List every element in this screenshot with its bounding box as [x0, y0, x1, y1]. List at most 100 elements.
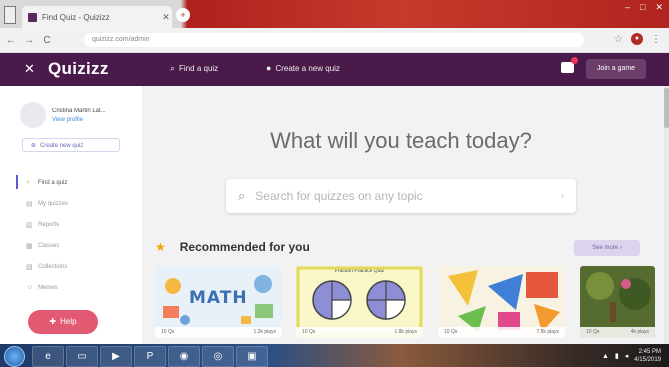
view-profile-link[interactable]: View profile [52, 117, 142, 123]
folder-icon[interactable]: ▭ [66, 346, 98, 367]
app-window-icon[interactable]: ▣ [236, 346, 268, 367]
card-meta: 10 Qs 1.8k plays [296, 327, 423, 338]
help-label: Help [60, 317, 77, 326]
classes-icon: ▦ [26, 242, 33, 250]
sidebar-item-classes[interactable]: ▦ Classes [16, 235, 134, 256]
quiz-card[interactable]: MATH 10 Qs 1.2k plays [155, 266, 282, 338]
sidebar-item-my-quizzes[interactable]: ▤ My quizzes [16, 193, 134, 214]
browser-menu-icon[interactable]: ⋮ [651, 34, 661, 45]
card-questions: 10 Qs [302, 329, 316, 335]
media-player-icon[interactable]: ▶ [100, 346, 132, 367]
card-plays: 4k plays [630, 329, 649, 335]
quiz-card[interactable]: 10 Qs 4k plays [580, 266, 655, 338]
search-bar[interactable]: ⌕ Search for quizzes on any topic › [226, 179, 576, 213]
sidebar-item-collections[interactable]: ▧ Collections [16, 256, 134, 277]
sidebar-item-find-quiz[interactable]: ⌕ Find a quiz [16, 172, 134, 193]
sidebar-item-label: Find a quiz [38, 179, 68, 186]
avatar[interactable] [20, 102, 46, 128]
scrollbar-thumb[interactable] [664, 88, 669, 128]
start-button[interactable] [4, 346, 25, 367]
card-plays: 1.2k plays [253, 329, 276, 335]
notification-badge [571, 57, 578, 64]
card-plays: 1.8k plays [394, 329, 417, 335]
close-window-button[interactable]: ✕ [655, 2, 663, 13]
reports-icon: ▥ [26, 221, 33, 229]
recommended-header: ★ Recommended for you [155, 240, 310, 254]
sidebar-item-label: My quizzes [38, 200, 69, 207]
profile-block[interactable]: Cristina Martin Lat... View profile [20, 102, 142, 128]
plus-icon: ⊕ [31, 143, 37, 149]
quiz-card[interactable]: 10 Qs 7.5k plays [438, 266, 565, 338]
chrome-icon[interactable]: ◎ [202, 346, 234, 367]
clock-date: 4/15/2019 [634, 357, 661, 363]
create-quiz-link[interactable]: ● Create a new quiz [266, 63, 340, 73]
volume-icon[interactable]: ◂ [625, 352, 629, 360]
sidebar-item-label: Reports [38, 221, 60, 228]
system-tray: ▲ ▮ ◂ 2:45 PM 4/15/2019 [602, 348, 661, 364]
collections-icon: ▧ [26, 263, 33, 271]
sidebar-item-reports[interactable]: ▥ Reports [16, 214, 134, 235]
create-quiz-button-label: Create new quiz [40, 143, 84, 149]
memes-icon: ☺ [26, 284, 34, 291]
browser-tab[interactable]: Find Quiz - Quizizz ✕ [22, 6, 172, 28]
help-button[interactable]: ✚ Help [28, 310, 98, 334]
powerpoint-icon[interactable]: P [134, 346, 166, 367]
join-game-button[interactable]: Join a game [586, 59, 646, 79]
search-submit-icon[interactable]: › [560, 190, 564, 202]
quizizz-favicon-icon [28, 12, 37, 22]
see-more-button[interactable]: See more › [574, 240, 640, 256]
card-meta: 10 Qs 7.5k plays [438, 327, 565, 338]
sidebar-item-memes[interactable]: ☺ Memes [16, 277, 134, 298]
address-bar-actions: ☆ ● ⋮ [614, 33, 661, 45]
page-title: What will you teach today? [270, 128, 532, 153]
page-scrollbar[interactable] [664, 86, 669, 344]
search-input[interactable]: Search for quizzes on any topic [255, 189, 560, 203]
os-taskbar: e ▭ ▶ P ◉ ◎ ▣ ▲ ▮ ◂ 2:45 PM 4/15/2019 [0, 344, 669, 367]
close-icon[interactable]: ✕ [24, 61, 35, 77]
card-meta: 10 Qs 1.2k plays [155, 327, 282, 338]
tab-title: Find Quiz - Quizizz [42, 12, 110, 22]
profile-name: Cristina Martin Lat... [52, 107, 106, 114]
notifications-icon[interactable] [561, 57, 578, 73]
card-questions: 10 Qs [444, 329, 458, 335]
sidebar: Cristina Martin Lat... View profile ⊕ Cre… [0, 86, 143, 344]
card-plays: 7.5k plays [536, 329, 559, 335]
quizizz-logo[interactable]: Quizizz [48, 59, 109, 79]
url-input[interactable]: quizizz.com/admin [84, 33, 584, 47]
window-controls: – □ ✕ [625, 2, 663, 13]
bookmark-star-icon[interactable]: ☆ [614, 34, 623, 45]
help-icon: ✚ [49, 317, 57, 326]
search-icon: ⌕ [238, 188, 246, 203]
minimize-button[interactable]: – [625, 2, 630, 13]
forward-button[interactable]: → [22, 35, 36, 46]
network-icon[interactable]: ▮ [615, 352, 619, 360]
card-questions: 10 Qs [161, 329, 175, 335]
clock[interactable]: 2:45 PM 4/15/2019 [634, 348, 661, 364]
new-tab-button[interactable]: + [176, 8, 190, 22]
quiz-card[interactable]: Fraction Practice Quiz 10 Qs 1.8k plays [296, 266, 423, 338]
reload-button[interactable]: C [40, 35, 54, 46]
tab-close-icon[interactable]: ✕ [160, 12, 172, 23]
browser-tabstrip: Find Quiz - Quizizz ✕ + – □ ✕ [0, 0, 669, 28]
main-content: What will you teach today? ⌕ Search for … [143, 86, 669, 344]
sidebar-item-label: Collections [38, 263, 68, 270]
back-button[interactable]: ← [4, 35, 18, 46]
maximize-button[interactable]: □ [640, 2, 645, 13]
create-quiz-button[interactable]: ⊕ Create new quiz [22, 138, 120, 152]
find-quiz-label: Find a quiz [179, 64, 219, 73]
sidebar-item-label: Memes [38, 284, 58, 291]
extension-icon[interactable]: ● [631, 33, 643, 45]
create-quiz-label: Create a new quiz [275, 63, 340, 73]
find-quiz-link[interactable]: ⌕ Find a quiz [170, 63, 218, 74]
firefox-icon[interactable]: ◉ [168, 346, 200, 367]
tray-arrow-icon[interactable]: ▲ [602, 353, 609, 360]
search-icon: ⌕ [26, 178, 30, 186]
sidebar-nav: ⌕ Find a quiz ▤ My quizzes ▥ Reports ▦ C… [16, 172, 134, 298]
card-title: MATH [189, 288, 248, 308]
plus-circle-icon: ● [266, 63, 272, 73]
search-icon: ⌕ [170, 63, 176, 73]
app-header: ✕ Quizizz ⌕ Find a quiz ● Create a new q… [0, 53, 669, 86]
clock-time: 2:45 PM [638, 349, 661, 355]
sidebar-item-label: Classes [38, 242, 60, 249]
ie-icon[interactable]: e [32, 346, 64, 367]
